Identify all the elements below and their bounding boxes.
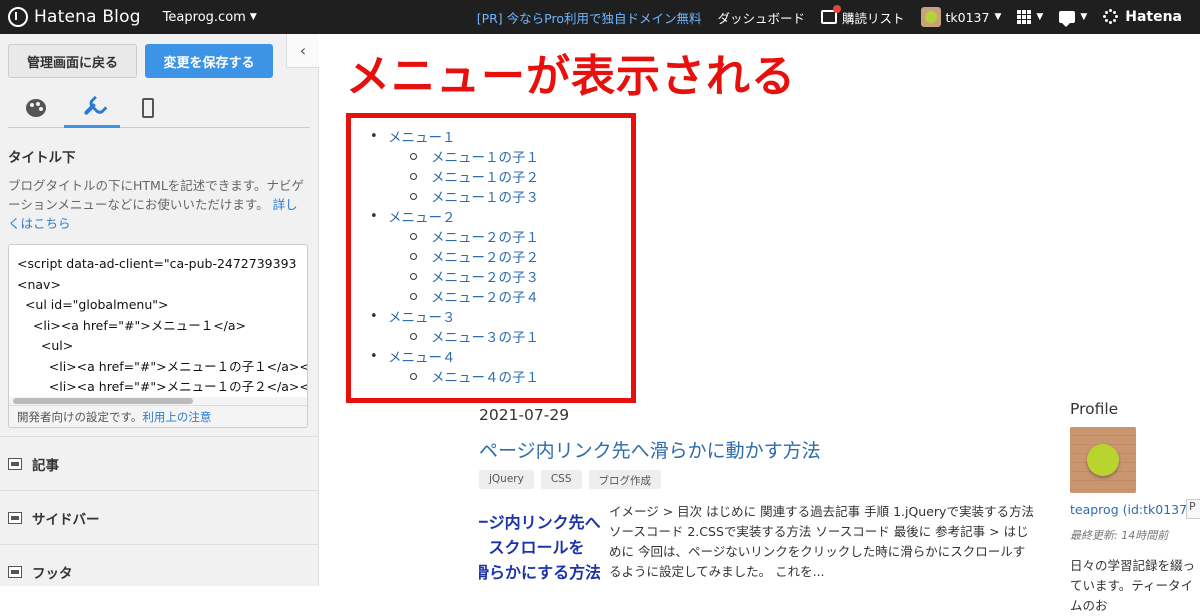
section-title: タイトル下 — [8, 150, 76, 166]
panel-tabs — [8, 88, 310, 128]
subscription-list-link[interactable]: 購読リスト — [821, 5, 905, 27]
code-line: <script data-ad-client="ca-pub-247273939… — [17, 256, 297, 271]
pro-promo-link[interactable]: [PR] 今ならPro利用で独自ドメイン無料 — [477, 8, 702, 27]
tag-blog[interactable]: ブログ作成 — [588, 470, 661, 489]
tab-smartphone[interactable] — [120, 88, 176, 128]
entry-summary: イメージ > 目次 はじめに 関連する過去記事 手順 1.jQueryで実装する… — [609, 504, 1034, 579]
messages-menu[interactable]: ▼ — [1059, 11, 1088, 27]
section-article[interactable]: 記事 — [0, 436, 319, 490]
tab-customize[interactable] — [64, 88, 120, 128]
username: tk0137 — [945, 9, 990, 25]
dashboard-label: ダッシュボード — [717, 10, 805, 26]
dashboard-link[interactable]: ダッシュボード — [717, 8, 805, 27]
horizontal-scrollbar[interactable] — [9, 397, 307, 405]
submenu-item[interactable]: メニュー１の子３ — [370, 186, 539, 206]
thumb-line: スクロールを — [488, 538, 585, 557]
collapse-panel-button[interactable]: ‹ — [286, 34, 319, 68]
brand-name: Hatena Blog — [34, 7, 141, 27]
save-changes-button[interactable]: 変更を保存する — [145, 44, 273, 78]
global-menu: メニュー１メニュー１の子１メニュー１の子２メニュー１の子３メニュー２メニュー２の… — [370, 126, 539, 386]
section-desc-text: ブログタイトルの下にHTMLを記述できます。ナビゲーションメニューなどにお使いい… — [8, 178, 305, 212]
notification-dot — [833, 5, 841, 13]
grid-icon — [1017, 10, 1032, 24]
submenu-item[interactable]: メニュー１の子１ — [370, 146, 539, 166]
panel-actions: 管理画面に戻る 変更を保存する — [0, 34, 318, 88]
sidebar-section-icon — [8, 511, 22, 524]
developer-note: 開発者向けの設定です。利用上の注意 — [9, 405, 307, 427]
services-menu[interactable]: ▼ — [1017, 10, 1043, 24]
article-section-icon — [8, 457, 22, 470]
thumb-line: ージ内リンク先へ — [479, 513, 600, 532]
palette-icon — [26, 99, 46, 117]
settings-sections: 記事 サイドバー フッタ — [0, 436, 319, 598]
hatena-logo[interactable]: Hatena — [1103, 9, 1182, 25]
section-sidebar[interactable]: サイドバー — [0, 490, 319, 544]
section-label: 記事 — [32, 457, 59, 474]
code-content: <script data-ad-client="ca-pub-247273939… — [9, 245, 307, 418]
submenu-item[interactable]: メニュー４の子１ — [370, 366, 539, 386]
avatar — [920, 7, 941, 27]
profile-title: Profile — [1070, 400, 1119, 418]
hatena-blog-logo[interactable]: Hatena Blog — [0, 7, 141, 27]
caret-down-icon: ▼ — [1036, 12, 1044, 22]
hatena-blog-logo-icon — [8, 7, 28, 27]
chevron-left-icon: ‹ — [299, 41, 307, 60]
profile-avatar[interactable] — [1070, 427, 1136, 493]
section-description: ブログタイトルの下にHTMLを記述できます。ナビゲーションメニューなどにお使いい… — [0, 166, 318, 233]
profile-button[interactable]: P — [1186, 499, 1200, 519]
section-footer[interactable]: フッタ — [0, 544, 319, 598]
tab-design[interactable] — [8, 88, 64, 128]
menu-item[interactable]: メニュー３ — [370, 306, 539, 326]
developer-note-text: 開発者向けの設定です。 — [17, 410, 143, 424]
global-header: Hatena Blog Teaprog.com ▼ [PR] 今ならPro利用で… — [0, 0, 1200, 34]
profile-id-link[interactable]: teaprog (id:tk0137) — [1070, 502, 1192, 517]
caret-down-icon: ▼ — [1080, 12, 1088, 22]
blog-selector[interactable]: Teaprog.com ▼ — [163, 10, 257, 25]
submenu-item[interactable]: メニュー２の子３ — [370, 266, 539, 286]
last-updated: 最終更新: 14時間前 — [1070, 529, 1169, 542]
hatena-dots-icon — [1103, 9, 1119, 25]
submenu-item[interactable]: メニュー２の子４ — [370, 286, 539, 306]
caret-down-icon: ▼ — [994, 12, 1002, 22]
submenu-item[interactable]: メニュー３の子１ — [370, 326, 539, 346]
submenu-item[interactable]: メニュー１の子２ — [370, 166, 539, 186]
submenu-item[interactable]: メニュー２の子１ — [370, 226, 539, 246]
hatena-label: Hatena — [1125, 9, 1182, 25]
design-settings-panel: 管理画面に戻る 変更を保存する ‹ タイトル下 ブログタイトルの下にHTMLを記… — [0, 34, 319, 586]
code-line: <ul id="globalmenu"> — [17, 297, 169, 312]
phone-icon — [142, 98, 154, 118]
menu-item[interactable]: メニュー４ — [370, 346, 539, 366]
caret-down-icon: ▼ — [249, 12, 257, 22]
back-to-admin-button[interactable]: 管理画面に戻る — [8, 44, 137, 78]
code-line: <li><a href="#">メニュー１</a> — [17, 317, 247, 333]
header-right: [PR] 今ならPro利用で独自ドメイン無料 ダッシュボード 購読リスト tk0… — [477, 0, 1200, 34]
code-line: <nav> — [17, 276, 61, 292]
tag-css[interactable]: CSS — [540, 470, 582, 489]
entry-title-link[interactable]: ページ内リンク先へ滑らかに動かす方法 — [479, 436, 821, 463]
code-line: <li><a href="#">メニュー１の子２</a>< — [17, 379, 308, 394]
usage-notes-link[interactable]: 利用上の注意 — [142, 410, 211, 424]
code-line: <li><a href="#">メニュー１の子１</a>< — [17, 358, 308, 374]
menu-item[interactable]: メニュー１ — [370, 126, 539, 146]
code-line: <ul> — [17, 338, 74, 353]
section-label: サイドバー — [32, 511, 100, 528]
entry-thumbnail[interactable]: ージ内リンク先へ スクロールを 滑らかにする方法 — [479, 510, 600, 586]
wrench-icon — [78, 92, 106, 120]
thumb-line: 滑らかにする方法 — [479, 563, 600, 582]
message-icon — [1059, 11, 1076, 27]
tag-jquery[interactable]: jQuery — [479, 470, 534, 489]
section-label: フッタ — [32, 565, 73, 582]
submenu-item[interactable]: メニュー２の子２ — [370, 246, 539, 266]
blog-selector-label: Teaprog.com — [162, 9, 246, 25]
user-menu[interactable]: tk0137 ▼ — [920, 7, 1002, 27]
entry-date: 2021-07-29 — [479, 406, 570, 424]
subscription-icon — [821, 5, 841, 24]
subscription-label: 購読リスト — [842, 10, 905, 26]
entry-tags: jQuery CSS ブログ作成 — [479, 470, 661, 489]
html-code-textarea[interactable]: <script data-ad-client="ca-pub-247273939… — [8, 244, 308, 428]
annotation-text: メニューが表示される — [346, 51, 796, 102]
menu-item[interactable]: メニュー２ — [370, 206, 539, 226]
profile-description: 日々の学習記録を綴っています。ティータイムのお — [1070, 558, 1196, 613]
footer-section-icon — [8, 565, 22, 578]
